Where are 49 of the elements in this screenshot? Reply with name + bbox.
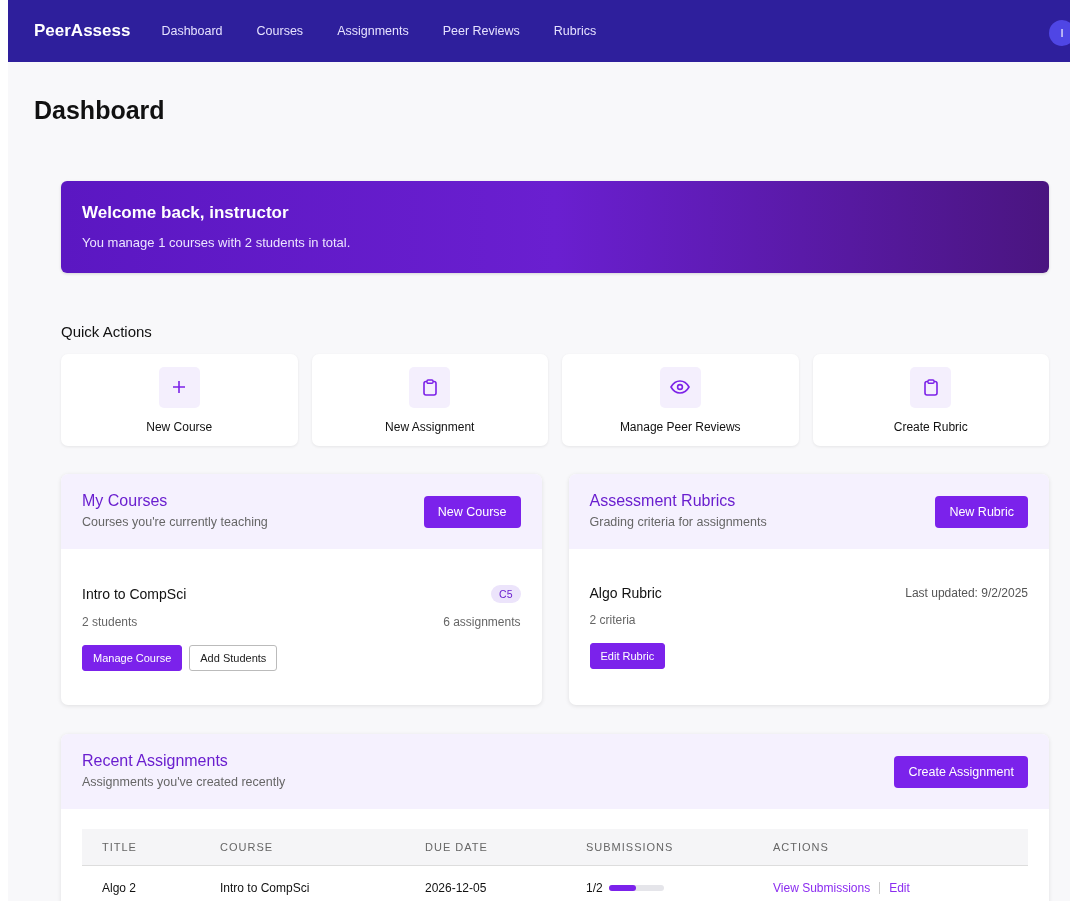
- create-assignment-button[interactable]: Create Assignment: [894, 756, 1028, 788]
- column-header: DUE DATE: [405, 829, 566, 866]
- column-header: SUBMISSIONS: [566, 829, 753, 866]
- section-title: Quick Actions: [61, 323, 153, 340]
- course-code: C5: [491, 585, 521, 603]
- brand-logo[interactable]: PeerAssess: [34, 21, 131, 41]
- welcome-title: Welcome back, instructor: [82, 203, 290, 223]
- panel-subtitle: Courses you're currently teaching: [82, 515, 268, 529]
- welcome-text: You manage 1 courses with 2 students in total.: [82, 235, 352, 250]
- panel-title: My Courses: [82, 492, 169, 510]
- student-count: 2 students: [82, 615, 138, 629]
- panel-title: Recent Assignments: [82, 752, 229, 770]
- submission-count: 1/2: [586, 881, 603, 895]
- quick-action-card[interactable]: Create Rubric: [812, 354, 1049, 446]
- user-avatar[interactable]: I: [1049, 20, 1070, 46]
- edit-rubric-button[interactable]: Edit Rubric: [589, 643, 666, 669]
- nav-link[interactable]: Peer Reviews: [425, 24, 537, 38]
- nav-link[interactable]: Assignments: [320, 24, 426, 38]
- page-title: Dashboard: [34, 96, 166, 125]
- plus-icon: [172, 380, 187, 394]
- nav-link[interactable]: Dashboard: [144, 24, 240, 38]
- column-header: ACTIONS: [753, 829, 1028, 866]
- new-course-button[interactable]: New Course: [423, 496, 521, 528]
- panel-subtitle: Grading criteria for assignments: [589, 515, 767, 529]
- panel-subtitle: Assignments you've created recently: [82, 775, 286, 789]
- action-link[interactable]: View Submissions: [773, 881, 871, 895]
- quick-action-card[interactable]: Manage Peer Reviews: [562, 354, 799, 446]
- column-header: TITLE: [82, 829, 200, 866]
- quick-action-card[interactable]: New Course: [61, 354, 298, 446]
- table-cell: Intro to CompSci: [200, 865, 405, 901]
- quick-action-card[interactable]: New Assignment: [311, 354, 548, 446]
- course-name: Intro to CompSci: [82, 586, 187, 602]
- column-header: COURSE: [200, 829, 405, 866]
- course-action-button[interactable]: Manage Course: [82, 645, 183, 671]
- eye-icon: [670, 380, 691, 394]
- clipboard-icon: [422, 378, 437, 396]
- nav-link[interactable]: Courses: [239, 24, 321, 38]
- rubric-name: Algo Rubric: [589, 585, 662, 601]
- nav-link[interactable]: Rubrics: [536, 24, 614, 38]
- clipboard-icon: [923, 378, 938, 396]
- action-link[interactable]: Edit: [889, 881, 910, 895]
- course-action-button[interactable]: Add Students: [189, 645, 278, 671]
- new-rubric-button[interactable]: New Rubric: [935, 496, 1028, 528]
- criteria-count: 2 criteria: [589, 613, 636, 627]
- panel-title: Assessment Rubrics: [589, 492, 737, 510]
- last-updated: Last updated: 9/2/2025: [905, 586, 1028, 600]
- table-cell: Algo 2: [82, 865, 200, 901]
- assignment-count: 6 assignments: [443, 615, 521, 629]
- table-cell: 2026-12-05: [405, 865, 566, 901]
